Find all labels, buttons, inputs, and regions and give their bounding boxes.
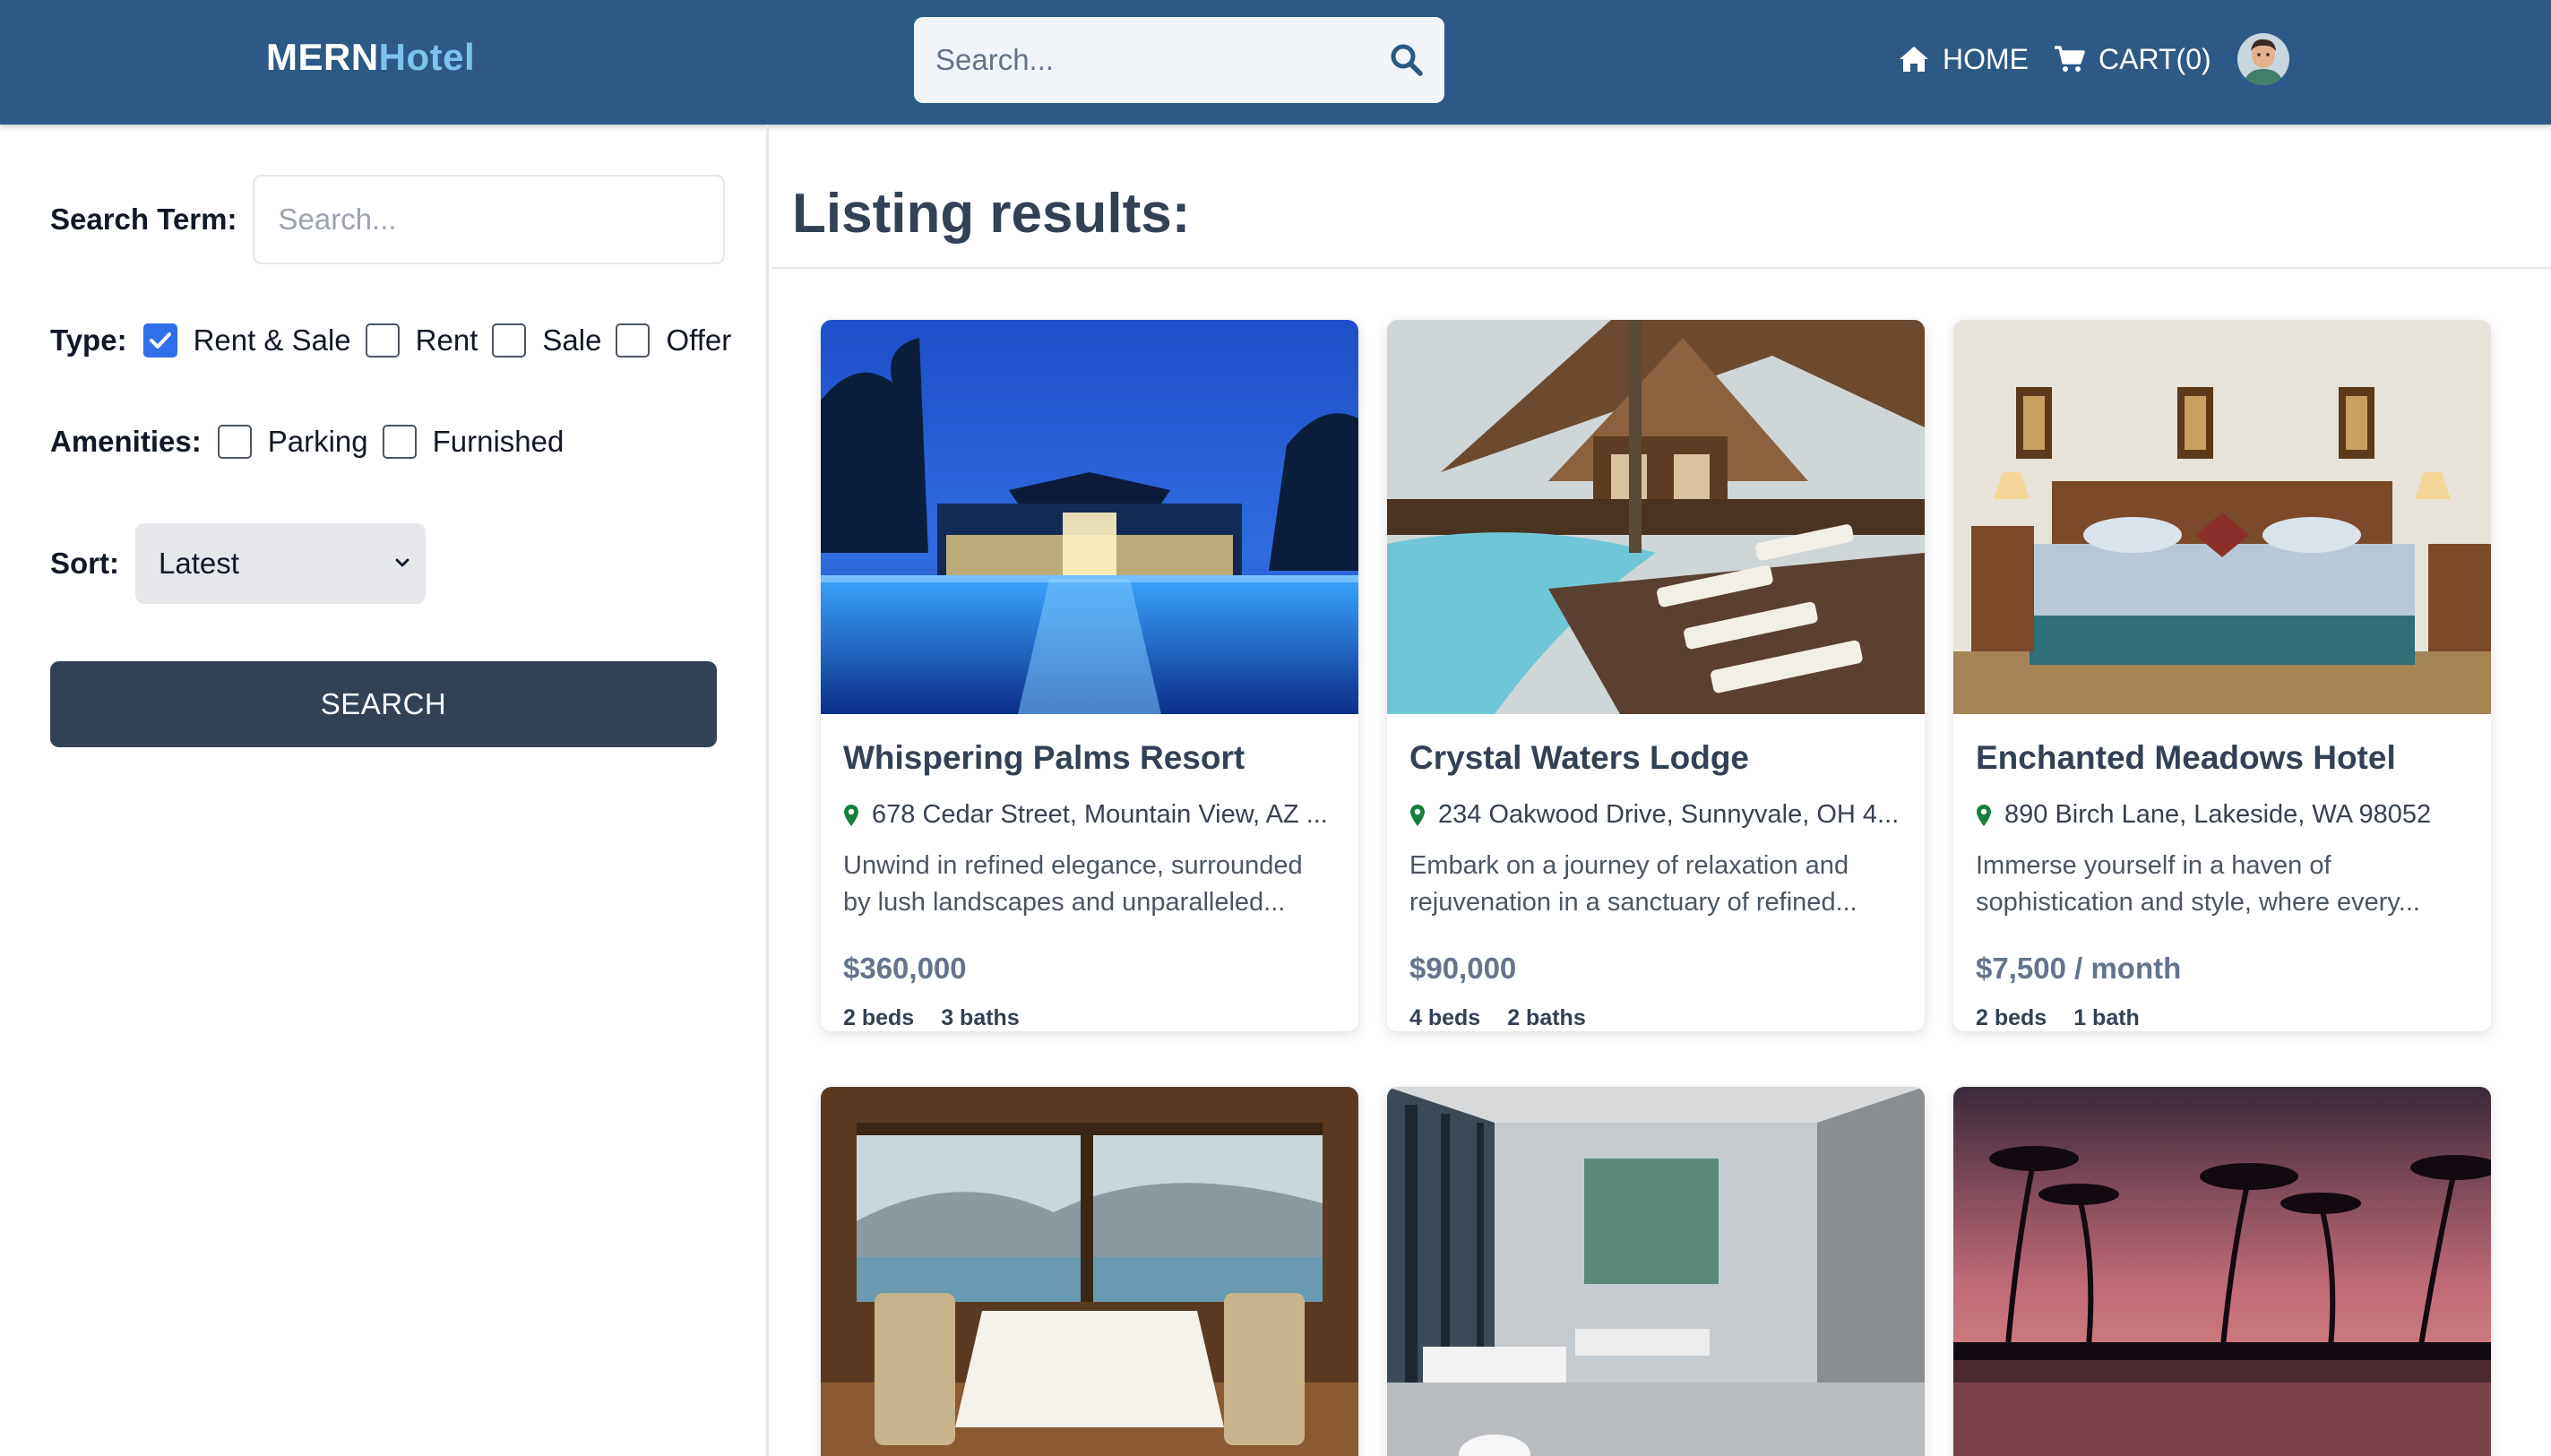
listing-title[interactable]: Enchanted Meadows Hotel: [1976, 739, 2469, 777]
type-label: Type:: [50, 323, 127, 357]
home-icon: [1900, 47, 1928, 72]
listing-baths: 1 bath: [2073, 1005, 2140, 1030]
listing-meta: 2 beds 1 bath: [1976, 1005, 2469, 1031]
type-option-label: Offer: [666, 323, 732, 357]
listing-beds: 4 beds: [1409, 1005, 1481, 1030]
location-pin-icon: [844, 804, 858, 826]
filter-sidebar: Search Term: Type: Rent & Sale Rent Sale…: [0, 125, 769, 1456]
listing-image-lodge-pool[interactable]: [1387, 320, 1925, 714]
type-option-label: Rent: [415, 323, 478, 357]
checkbox-unchecked[interactable]: [217, 425, 252, 459]
listing-beds: 2 beds: [843, 1005, 915, 1030]
search-icon[interactable]: [1389, 42, 1425, 78]
listing-price: $7,500 / month: [1976, 952, 2182, 985]
listing-baths: 3 baths: [941, 1005, 1020, 1030]
listing-card-body: Crystal Waters Lodge 234 Oakwood Drive, …: [1387, 714, 1925, 1031]
logo-text-mern: MERN: [266, 36, 379, 78]
listing-address-text: 234 Oakwood Drive, Sunnyvale, OH 4...: [1438, 800, 1900, 829]
checkbox-unchecked[interactable]: [492, 323, 527, 358]
nav-cart-label: CART(0): [2099, 42, 2211, 75]
type-filter-row: Type: Rent & Sale Rent Sale Offer: [50, 323, 731, 358]
site-logo[interactable]: MERNHotel: [266, 36, 475, 79]
amenity-option-label: Furnished: [432, 425, 564, 458]
search-term-row: Search Term:: [50, 175, 726, 264]
listing-beds: 2 beds: [1976, 1005, 2047, 1030]
listing-description: Immerse yourself in a haven of sophistic…: [1976, 851, 2420, 917]
listing-address: 234 Oakwood Drive, Sunnyvale, OH 4...: [1409, 800, 1902, 830]
search-term-input[interactable]: [253, 175, 726, 264]
search-button[interactable]: SEARCH: [50, 661, 717, 747]
location-pin-icon: [1410, 804, 1425, 826]
checkbox-unchecked[interactable]: [616, 323, 651, 358]
listing-address: 890 Birch Lane, Lakeside, WA 98052: [1976, 800, 2469, 830]
header-search-input[interactable]: [935, 17, 1383, 103]
nav-cart-link[interactable]: CART(0): [2054, 32, 2211, 86]
listing-meta: 4 beds 2 baths: [1409, 1005, 1902, 1031]
page-title: Listing results:: [792, 183, 1191, 245]
top-navbar: MERNHotel HOME CART(0): [0, 0, 2551, 125]
listing-price: $90,000: [1409, 952, 1517, 985]
divider: [771, 267, 2551, 269]
type-option-rent[interactable]: Rent: [365, 323, 478, 358]
checkbox-unchecked[interactable]: [365, 323, 400, 358]
listing-image-palm-sunset[interactable]: [1953, 1087, 2491, 1456]
type-option-label: Sale: [542, 323, 602, 357]
checkbox-checked[interactable]: [142, 323, 177, 358]
listing-card[interactable]: [821, 1087, 1358, 1456]
amenity-option-furnished[interactable]: Furnished: [382, 425, 564, 459]
sort-label: Sort:: [50, 547, 119, 580]
sort-row: Sort: Latest: [50, 523, 426, 604]
listing-card-body: Enchanted Meadows Hotel 890 Birch Lane, …: [1953, 714, 2491, 1031]
listing-price: $360,000: [843, 952, 967, 985]
listing-title[interactable]: Whispering Palms Resort: [843, 739, 1336, 777]
location-pin-icon: [1977, 804, 1991, 826]
listing-description: Unwind in refined elegance, surrounded b…: [843, 851, 1303, 917]
listing-image-dining-room[interactable]: [821, 1087, 1358, 1456]
listing-results-panel: Listing results: Whispering Palms Resort…: [771, 125, 2551, 1456]
checkbox-unchecked[interactable]: [382, 425, 417, 459]
listing-meta: 2 beds 3 baths: [843, 1005, 1336, 1031]
amenities-label: Amenities:: [50, 425, 202, 458]
user-avatar[interactable]: [2237, 33, 2289, 85]
amenity-option-parking[interactable]: Parking: [217, 425, 368, 459]
amenity-option-label: Parking: [267, 425, 368, 458]
listing-address-text: 678 Cedar Street, Mountain View, AZ ...: [872, 800, 1328, 829]
listing-card[interactable]: [1387, 1087, 1925, 1456]
listing-description: Embark on a journey of relaxation and re…: [1409, 851, 1857, 917]
listing-image-hotel-bedroom[interactable]: [1953, 320, 2491, 714]
sort-selected-value: Latest: [159, 547, 239, 580]
chevron-down-icon: [395, 558, 409, 567]
listing-card[interactable]: Crystal Waters Lodge 234 Oakwood Drive, …: [1387, 320, 1925, 1031]
sort-select[interactable]: Latest: [135, 523, 426, 604]
listing-baths: 2 baths: [1507, 1005, 1586, 1030]
type-option-label: Rent & Sale: [193, 323, 351, 357]
header-search-box: [914, 17, 1444, 103]
listing-card[interactable]: [1953, 1087, 2491, 1456]
nav-home-link[interactable]: HOME: [1898, 32, 2029, 86]
type-option-offer[interactable]: Offer: [616, 323, 731, 358]
type-option-rent-sale[interactable]: Rent & Sale: [142, 323, 351, 358]
listing-card[interactable]: Enchanted Meadows Hotel 890 Birch Lane, …: [1953, 320, 2491, 1031]
listing-address-text: 890 Birch Lane, Lakeside, WA 98052: [2004, 800, 2432, 829]
listing-card[interactable]: Whispering Palms Resort 678 Cedar Street…: [821, 320, 1358, 1031]
listing-title[interactable]: Crystal Waters Lodge: [1409, 739, 1902, 777]
logo-text-hotel: Hotel: [378, 36, 476, 78]
listing-address: 678 Cedar Street, Mountain View, AZ ...: [843, 800, 1336, 830]
type-option-sale[interactable]: Sale: [492, 323, 601, 358]
listing-card-body: Whispering Palms Resort 678 Cedar Street…: [821, 714, 1358, 1031]
listing-image-modern-lobby[interactable]: [1387, 1087, 1925, 1456]
amenities-filter-row: Amenities: Parking Furnished: [50, 425, 578, 459]
cart-icon: [2055, 46, 2085, 72]
search-term-label: Search Term:: [50, 202, 237, 236]
listing-image-resort-pool[interactable]: [821, 320, 1358, 714]
nav-home-label: HOME: [1943, 42, 2029, 75]
